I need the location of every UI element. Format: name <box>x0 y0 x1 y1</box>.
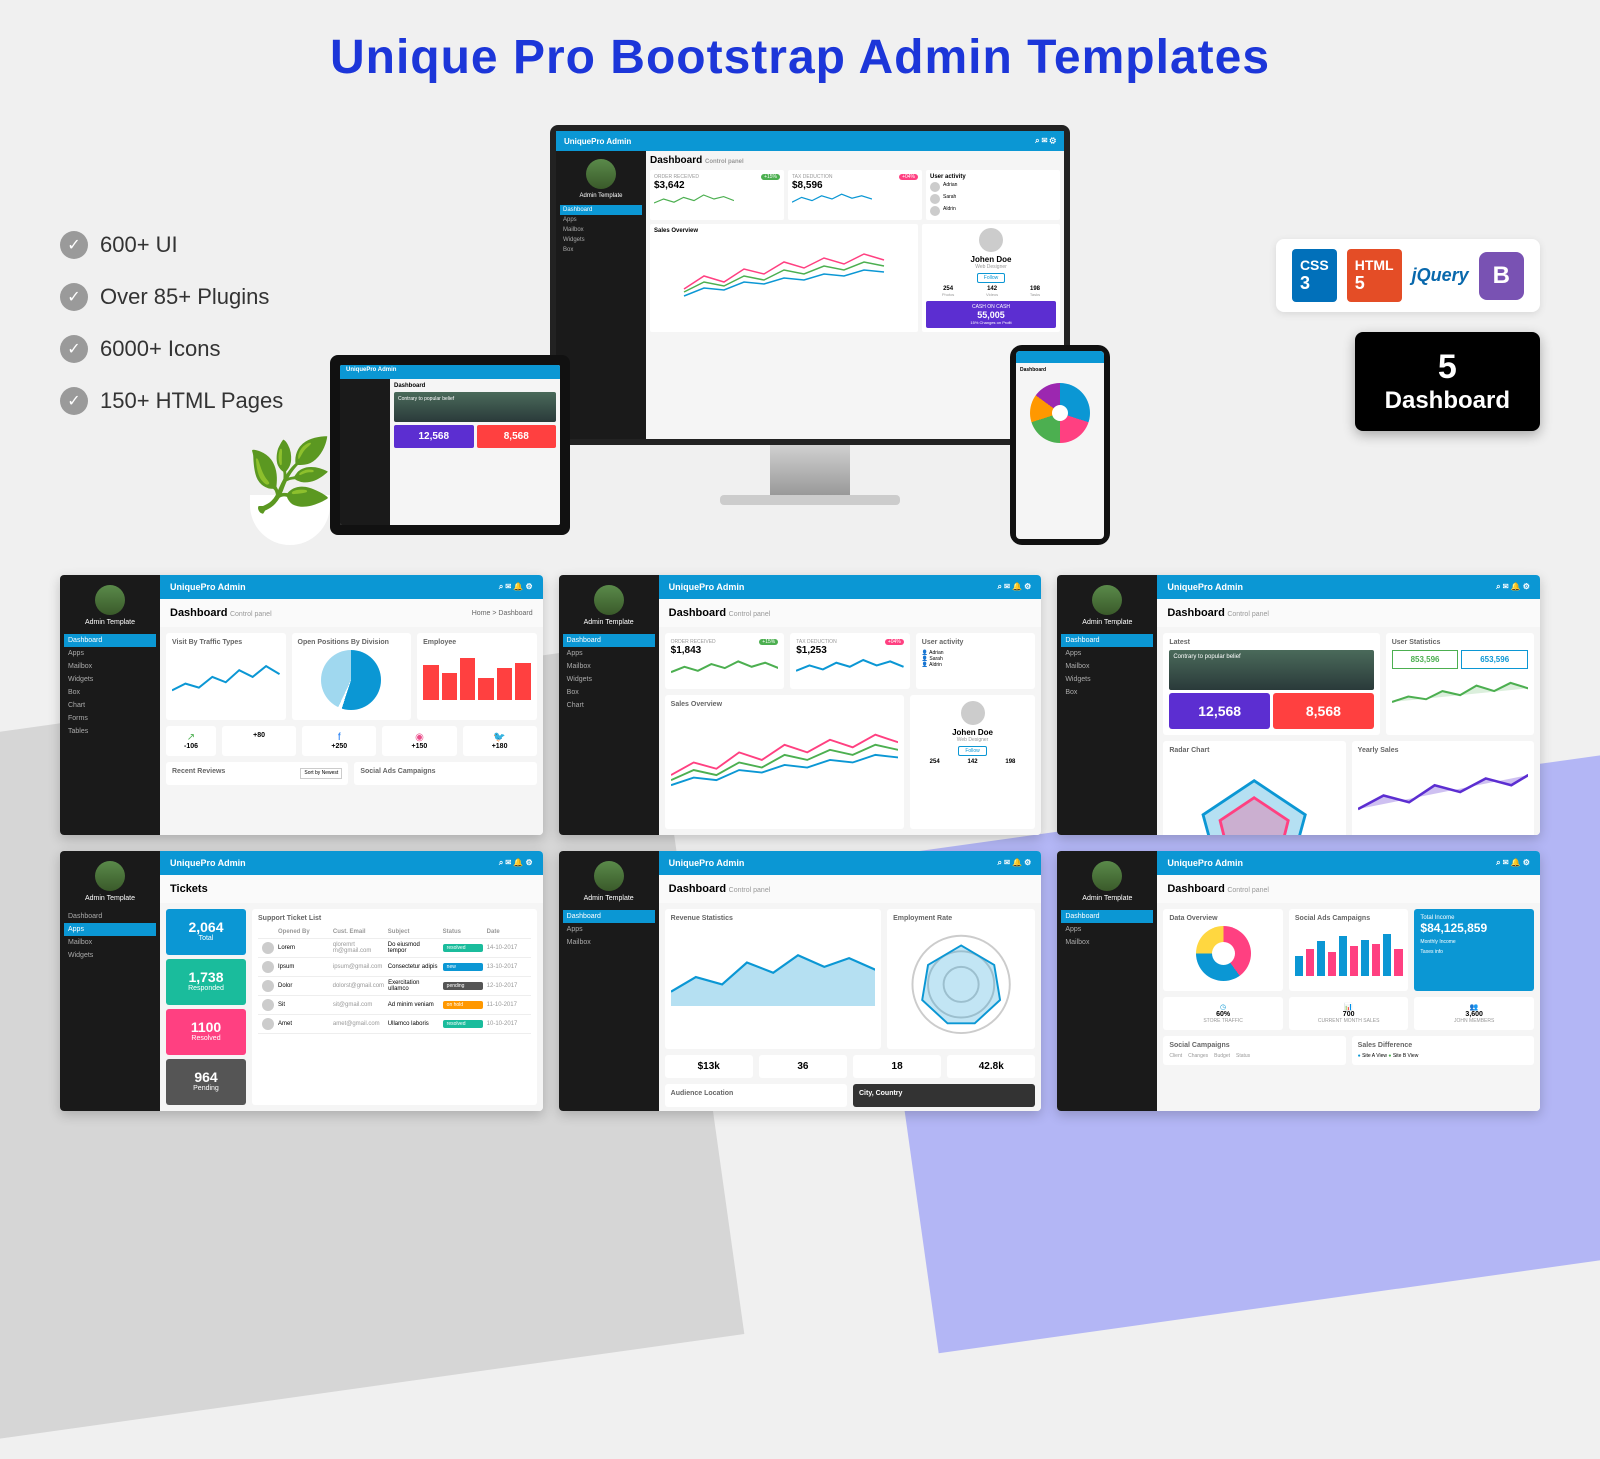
tickets-preview[interactable]: Admin Template Dashboard Apps Mailbox Wi… <box>60 851 543 1111</box>
follow-button[interactable]: Follow <box>958 746 986 756</box>
sidebar-item[interactable]: Box <box>560 245 642 255</box>
check-icon: ✓ <box>60 231 88 259</box>
dashboard-count-badge: 5 Dashboard <box>1355 332 1540 431</box>
badge: +04% <box>899 174 918 180</box>
html5-badge: HTML5 <box>1347 249 1402 302</box>
feature-text: 150+ HTML Pages <box>100 388 283 414</box>
traffic-icon: ◷ <box>1220 1004 1226 1011</box>
sales-icon: 📊 <box>1344 1004 1353 1011</box>
stat-value: $8,596 <box>792 180 918 191</box>
topbar-icons[interactable]: ⌕ ✉ ⚙ <box>1035 136 1056 146</box>
jquery-badge: jQuery <box>1412 265 1469 286</box>
widget-title: User activity <box>930 174 1056 180</box>
phone-mockup: Dashboard <box>1010 345 1110 545</box>
ticket-row[interactable]: Loremqloremrt m@gmail.comDo eiusmod temp… <box>258 939 531 958</box>
badge: +15% <box>761 174 780 180</box>
sidebar-item-dashboard[interactable]: Dashboard <box>64 634 156 647</box>
sidebar-item[interactable]: Box <box>64 686 156 699</box>
members-icon: 👥 <box>1470 1004 1479 1011</box>
donut-chart <box>1196 926 1251 981</box>
breadcrumb[interactable]: Home > Dashboard <box>472 610 533 617</box>
brand-label: UniquePro Admin <box>564 137 631 146</box>
monitor-mockup: UniquePro Admin ⌕ ✉ ⚙ Admin Template Das… <box>550 125 1070 505</box>
stat-value: $3,642 <box>654 180 780 191</box>
profile-role: Web Designer <box>926 264 1056 270</box>
sort-dropdown[interactable]: Sort by Newest <box>300 768 342 779</box>
feature-item: ✓ Over 85+ Plugins <box>60 283 380 311</box>
sidebar-item[interactable]: Widgets <box>560 235 642 245</box>
dribbble-icon: ◉ <box>415 732 424 743</box>
sidebar-item[interactable]: Chart <box>64 699 156 712</box>
page-heading: Unique Pro Bootstrap Admin Templates <box>60 30 1540 85</box>
facebook-icon: f <box>338 732 341 743</box>
bar-chart <box>1295 926 1403 976</box>
banner: Contrary to popular belief <box>394 392 556 422</box>
avatar[interactable] <box>586 159 616 189</box>
dashboard-preview-6[interactable]: Admin Template Dashboard Apps Mailbox Un… <box>1057 851 1540 1111</box>
check-icon: ✓ <box>60 387 88 415</box>
check-icon: ✓ <box>60 335 88 363</box>
dashboard-preview-1[interactable]: Admin Template Dashboard Apps Mailbox Wi… <box>60 575 543 835</box>
sidebar-item[interactable]: Forms <box>64 712 156 725</box>
sidebar-item-dashboard[interactable]: Dashboard <box>560 205 642 215</box>
follow-button[interactable]: Follow <box>977 273 1005 283</box>
dashboard-preview-3[interactable]: Admin Template Dashboard Apps Mailbox Wi… <box>1057 575 1540 835</box>
check-icon: ✓ <box>60 283 88 311</box>
feature-item: ✓ 600+ UI <box>60 231 380 259</box>
device-mockups: 🌿 UniquePro Admin ⌕ ✉ ⚙ Admin Template D… <box>410 125 1210 545</box>
tech-badges: CSS3 HTML5 jQuery B <box>1276 239 1540 312</box>
dashboard-subtitle: Control panel <box>705 159 744 165</box>
twitter-icon: 🐦 <box>493 732 505 743</box>
bar-chart <box>423 650 531 700</box>
dashboard-preview-2[interactable]: Admin Template Dashboard Apps Mailbox Wi… <box>559 575 1042 835</box>
ticket-row[interactable]: Ametamet@gmail.comUllamco laborisresolve… <box>258 1015 531 1034</box>
donut-chart <box>1030 383 1090 443</box>
feature-text: 600+ UI <box>100 232 178 258</box>
ticket-row[interactable]: Sitsit@gmail.comAd minim veniamon hold11… <box>258 996 531 1015</box>
ticket-row[interactable]: Dolordolorst@gmail.comExercitation ullam… <box>258 977 531 996</box>
feature-text: 6000+ Icons <box>100 336 220 362</box>
sidebar-item[interactable]: Apps <box>64 647 156 660</box>
tablet-mockup: UniquePro Admin Dashboard Contrary to po… <box>330 355 570 535</box>
sidebar-item[interactable]: Widgets <box>64 673 156 686</box>
feature-text: Over 85+ Plugins <box>100 284 269 310</box>
bootstrap-badge: B <box>1479 252 1524 300</box>
sidebar-item[interactable]: Apps <box>560 215 642 225</box>
ticket-row[interactable]: Ipsumipsum@gmail.comConsectetur adipisne… <box>258 958 531 977</box>
sidebar-item[interactable]: Mailbox <box>64 660 156 673</box>
avatar <box>979 228 1003 252</box>
topbar-icons[interactable]: ⌕ ✉ 🔔 ⚙ <box>499 582 533 592</box>
sidebar-item[interactable]: Mailbox <box>560 225 642 235</box>
profile-name: Johen Doe <box>926 255 1056 264</box>
avatar[interactable] <box>95 585 125 615</box>
dashboard-preview-5[interactable]: Admin Template Dashboard Apps Mailbox Un… <box>559 851 1042 1111</box>
sidebar-item[interactable]: Tables <box>64 725 156 738</box>
sidebar-user: Admin Template <box>560 193 642 199</box>
pie-chart <box>321 650 381 710</box>
dashboard-title: Dashboard <box>650 155 702 166</box>
css3-badge: CSS3 <box>1292 249 1337 302</box>
